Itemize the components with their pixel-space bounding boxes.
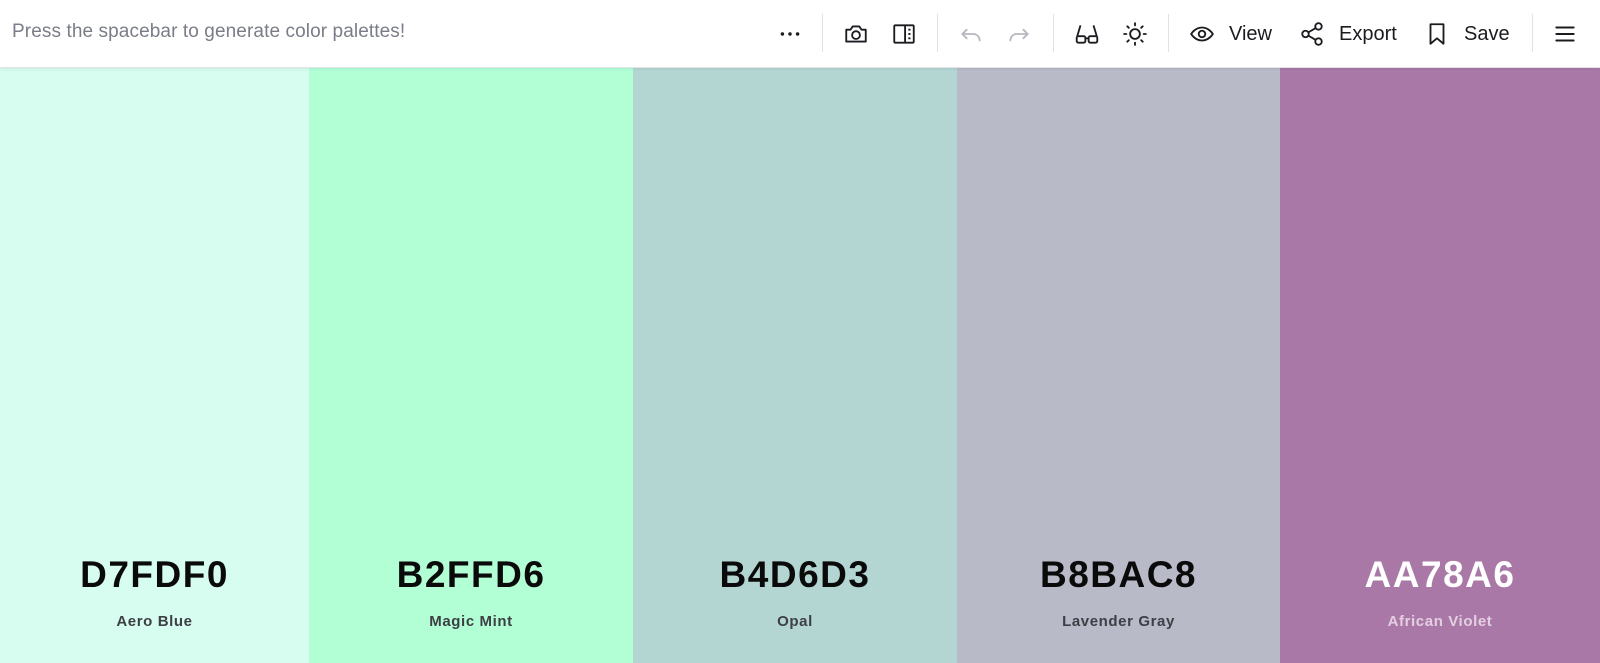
color-swatch[interactable]: B2FFD6 Magic Mint xyxy=(309,68,633,663)
view-button[interactable]: View xyxy=(1189,14,1272,54)
side-panel-icon[interactable] xyxy=(884,14,924,54)
toolbar-divider xyxy=(1168,14,1169,52)
sun-icon[interactable] xyxy=(1115,14,1155,54)
bookmark-icon xyxy=(1429,23,1445,45)
eye-icon xyxy=(1190,26,1214,42)
color-swatch[interactable]: AA78A6 African Violet xyxy=(1280,68,1600,663)
color-hex-code[interactable]: B4D6D3 xyxy=(633,554,957,596)
color-name: Lavender Gray xyxy=(1062,613,1175,630)
toolbar-divider xyxy=(1532,14,1533,52)
color-hex-code[interactable]: AA78A6 xyxy=(1280,554,1600,596)
color-name: Aero Blue xyxy=(116,613,193,630)
toolbar-divider xyxy=(822,14,823,52)
color-name: African Violet xyxy=(1387,613,1493,630)
redo-icon[interactable] xyxy=(999,14,1039,54)
toolbar-divider xyxy=(1053,14,1054,52)
glasses-icon[interactable] xyxy=(1067,14,1107,54)
color-hex-code[interactable]: D7FDF0 xyxy=(0,554,309,596)
color-palette: D7FDF0 Aero Blue B2FFD6 Magic Mint B4D6D… xyxy=(0,68,1600,663)
export-button[interactable]: Export xyxy=(1299,14,1397,54)
color-swatch[interactable]: B4D6D3 Opal xyxy=(633,68,957,663)
view-label: View xyxy=(1229,22,1272,45)
hamburger-menu-icon[interactable] xyxy=(1545,14,1585,54)
export-label: Export xyxy=(1339,22,1397,45)
color-name: Opal xyxy=(777,613,813,630)
toolbar-divider xyxy=(937,14,938,52)
top-toolbar: Press the spacebar to generate color pal… xyxy=(0,0,1600,68)
undo-icon[interactable] xyxy=(951,14,991,54)
spacebar-hint: Press the spacebar to generate color pal… xyxy=(12,21,406,42)
color-hex-code[interactable]: B8BAC8 xyxy=(957,554,1280,596)
save-button[interactable]: Save xyxy=(1424,14,1510,54)
color-name: Magic Mint xyxy=(429,613,513,630)
more-horizontal-icon[interactable] xyxy=(770,14,810,54)
save-label: Save xyxy=(1464,22,1510,45)
share-icon xyxy=(1301,22,1323,46)
color-swatch[interactable]: B8BAC8 Lavender Gray xyxy=(957,68,1280,663)
camera-icon[interactable] xyxy=(836,14,876,54)
color-swatch[interactable]: D7FDF0 Aero Blue xyxy=(0,68,309,663)
color-hex-code[interactable]: B2FFD6 xyxy=(309,554,633,596)
coolors-app: Press the spacebar to generate color pal… xyxy=(0,0,1600,663)
